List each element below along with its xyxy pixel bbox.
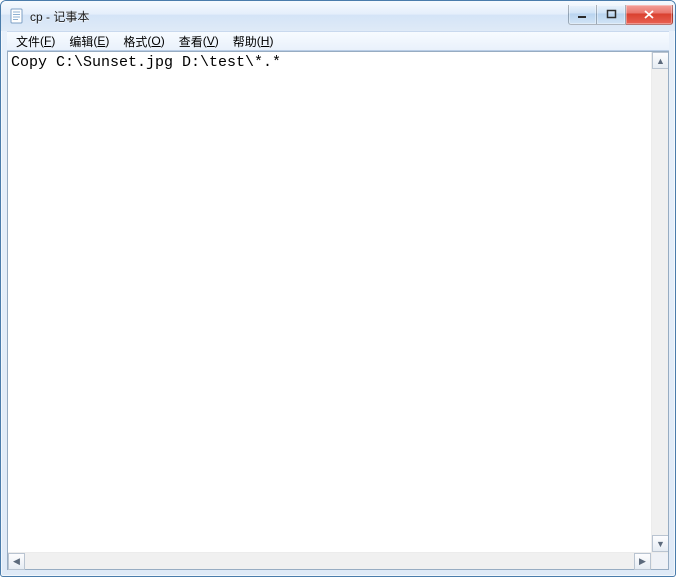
scroll-corner: [651, 552, 668, 569]
menu-help-label: 帮助: [233, 33, 257, 50]
client-area: ▲ ▼ ◀ ▶: [7, 51, 669, 570]
scroll-right-button[interactable]: ▶: [634, 553, 651, 570]
hscroll-row: ◀ ▶: [8, 552, 668, 569]
minimize-button[interactable]: [568, 5, 597, 25]
chevron-down-icon: ▼: [656, 539, 665, 549]
vertical-scrollbar[interactable]: ▲ ▼: [651, 52, 668, 552]
menu-file-label: 文件: [16, 33, 40, 50]
menu-format-label: 格式: [123, 33, 147, 50]
horizontal-scrollbar[interactable]: ◀ ▶: [8, 552, 651, 569]
chevron-right-icon: ▶: [639, 556, 646, 567]
menu-edit[interactable]: 编辑(E): [62, 32, 116, 50]
scroll-left-button[interactable]: ◀: [8, 553, 25, 570]
chevron-up-icon: ▲: [656, 56, 665, 66]
menu-help[interactable]: 帮助(H): [226, 32, 281, 50]
editor-wrap: ▲ ▼: [8, 52, 668, 552]
chevron-left-icon: ◀: [13, 556, 20, 567]
window-title: cp - 记事本: [30, 8, 568, 25]
menu-view-hotkey: V: [207, 34, 215, 48]
scroll-h-track[interactable]: [25, 553, 634, 569]
notepad-icon: [9, 8, 25, 24]
menu-edit-label: 编辑: [69, 33, 93, 50]
text-editor[interactable]: [8, 52, 651, 552]
menu-format-hotkey: O: [151, 34, 160, 48]
menu-file[interactable]: 文件(F): [9, 32, 62, 50]
menu-format[interactable]: 格式(O): [116, 32, 171, 50]
menu-view[interactable]: 查看(V): [172, 32, 226, 50]
menu-edit-hotkey: E: [97, 34, 105, 48]
maximize-button[interactable]: [597, 5, 626, 25]
menu-file-hotkey: F: [44, 34, 51, 48]
scroll-up-button[interactable]: ▲: [652, 52, 668, 69]
window-controls: [568, 5, 673, 25]
menu-view-label: 查看: [179, 33, 203, 50]
notepad-window: cp - 记事本 文件(F) 编辑(E) 格式(O) 查看(V) 帮助(H): [0, 0, 676, 577]
titlebar[interactable]: cp - 记事本: [1, 1, 675, 31]
menu-help-hotkey: H: [261, 34, 270, 48]
scroll-down-button[interactable]: ▼: [652, 535, 668, 552]
menubar: 文件(F) 编辑(E) 格式(O) 查看(V) 帮助(H): [7, 31, 669, 51]
close-button[interactable]: [626, 5, 673, 25]
scroll-v-track[interactable]: [652, 69, 668, 535]
